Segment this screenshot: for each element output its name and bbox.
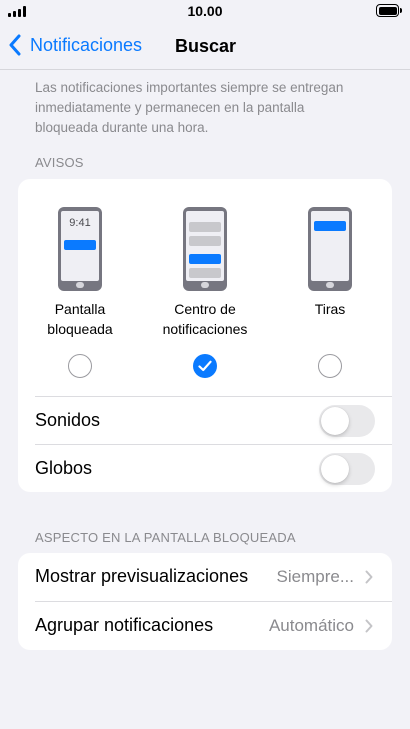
lock-screen-radio[interactable] (68, 354, 92, 378)
sounds-toggle[interactable] (319, 405, 375, 437)
alert-style-label: bloqueada (47, 321, 113, 337)
alerts-section-header: AVISOS (35, 155, 84, 170)
sounds-label: Sonidos (35, 410, 101, 430)
banners-phone-icon (308, 207, 352, 291)
back-button-label: Notificaciones (30, 34, 143, 55)
alert-style-label: notificaciones (162, 321, 248, 337)
sounds-row: Sonidos (35, 396, 392, 444)
checkmark-icon (198, 360, 212, 372)
group-notifications-value: Automático (268, 616, 354, 635)
alerts-card: 9:41 Pantalla bloqueada Centro de notifi… (18, 179, 392, 492)
group-notifications-label: Agrupar notificaciones (35, 615, 214, 635)
description-text: Las notificaciones importantes siempre s… (35, 80, 344, 135)
phone-preview-time: 9:41 (69, 217, 91, 229)
badges-row: Globos (35, 444, 392, 492)
alert-style-label: Pantalla (54, 301, 106, 317)
banners-radio[interactable] (318, 354, 342, 378)
battery-icon (376, 4, 402, 17)
lock-screen-section-header: ASPECTO EN LA PANTALLA BLOQUEADA (35, 530, 296, 545)
status-time: 10.00 (187, 3, 223, 19)
lock-screen-phone-icon: 9:41 (58, 207, 102, 291)
show-previews-value: Siempre... (276, 567, 354, 586)
chevron-right-icon (365, 570, 373, 584)
badges-toggle[interactable] (319, 453, 375, 485)
page-title: Buscar (175, 36, 237, 56)
show-previews-label: Mostrar previsualizaciones (35, 566, 249, 586)
show-previews-row[interactable]: Mostrar previsualizaciones Siempre... (35, 553, 392, 601)
badges-label: Globos (35, 458, 93, 478)
notification-center-radio[interactable] (193, 354, 217, 378)
status-bar: 10.00 (0, 0, 410, 22)
group-notifications-row[interactable]: Agrupar notificaciones Automático (35, 601, 392, 649)
chevron-left-icon (9, 34, 21, 56)
lock-screen-card: Mostrar previsualizaciones Siempre... Ag… (18, 553, 392, 650)
back-button[interactable]: Notificaciones (8, 34, 142, 56)
navigation-bar: Notificaciones Buscar (0, 22, 410, 70)
chevron-right-icon (365, 619, 373, 633)
alert-style-label: Centro de (174, 301, 236, 317)
notification-center-phone-icon (183, 207, 227, 291)
alert-style-label: Tiras (314, 301, 346, 317)
